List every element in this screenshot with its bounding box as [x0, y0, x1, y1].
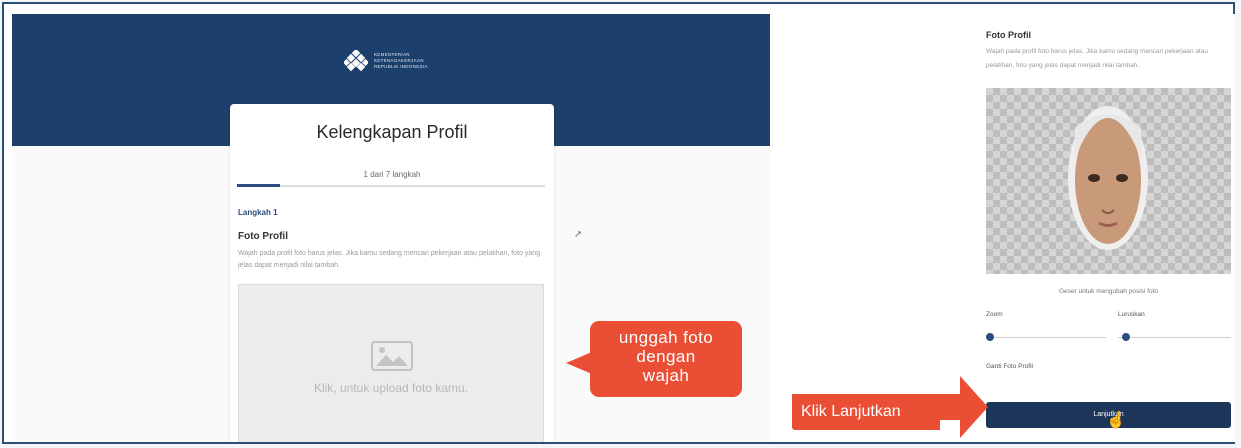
- profile-photo-cropper[interactable]: [986, 88, 1231, 274]
- rotate-slider[interactable]: [1118, 333, 1231, 341]
- section-title: Foto Profil: [238, 231, 288, 242]
- upload-instruction: Klik, untuk upload foto kamu.: [313, 381, 469, 395]
- callout-line-3: wajah: [642, 366, 690, 385]
- zoom-slider-knob[interactable]: [986, 333, 994, 341]
- mouse-cursor-icon: ➚: [574, 229, 583, 240]
- instruction-label: Klik Lanjutkan: [792, 394, 940, 430]
- rotate-label: Luruskan: [1118, 311, 1145, 318]
- diamond-logo-icon: [344, 50, 368, 72]
- step-counter: 1 dari 7 langkah: [363, 170, 421, 179]
- step-label: Langkah 1: [238, 208, 278, 217]
- callout-pointer: [566, 352, 592, 374]
- section-description: Wajah pada profil foto harus jelas. Jika…: [238, 250, 541, 269]
- card-title: Kelengkapan Profil: [316, 122, 468, 142]
- upload-callout: unggah foto dengan wajah: [590, 321, 742, 397]
- progress-fill: [237, 184, 281, 187]
- image-icon: [371, 341, 413, 371]
- right-section-title: Foto Profil: [986, 30, 1031, 40]
- change-photo-link[interactable]: Ganti Foto Profil: [986, 363, 1033, 370]
- zoom-label: Zoom: [986, 311, 1003, 318]
- profile-completion-card: Kelengkapan Profil 1 dari 7 langkah Lang…: [230, 104, 554, 442]
- face-photo: [1068, 106, 1148, 250]
- callout-line-2: dengan: [636, 347, 696, 366]
- position-hint: Geser untuk mengubah posisi foto: [1058, 288, 1158, 295]
- logo-text: KEMENTERIAN KETENAGAKERJAAN REPUBLIK IND…: [374, 52, 428, 69]
- hand-cursor-icon: ☝: [1106, 412, 1126, 429]
- callout-line-1: unggah foto: [618, 328, 714, 347]
- progress-track: [237, 184, 545, 187]
- rotate-slider-knob[interactable]: [1122, 333, 1130, 341]
- zoom-slider[interactable]: [986, 333, 1106, 341]
- right-section-description: Wajah pada profil foto harus jelas. Jika…: [986, 48, 1208, 69]
- ministry-logo: KEMENTERIAN KETENAGAKERJAAN REPUBLIK IND…: [344, 50, 444, 72]
- photo-upload-area[interactable]: Klik, untuk upload foto kamu.: [238, 284, 544, 442]
